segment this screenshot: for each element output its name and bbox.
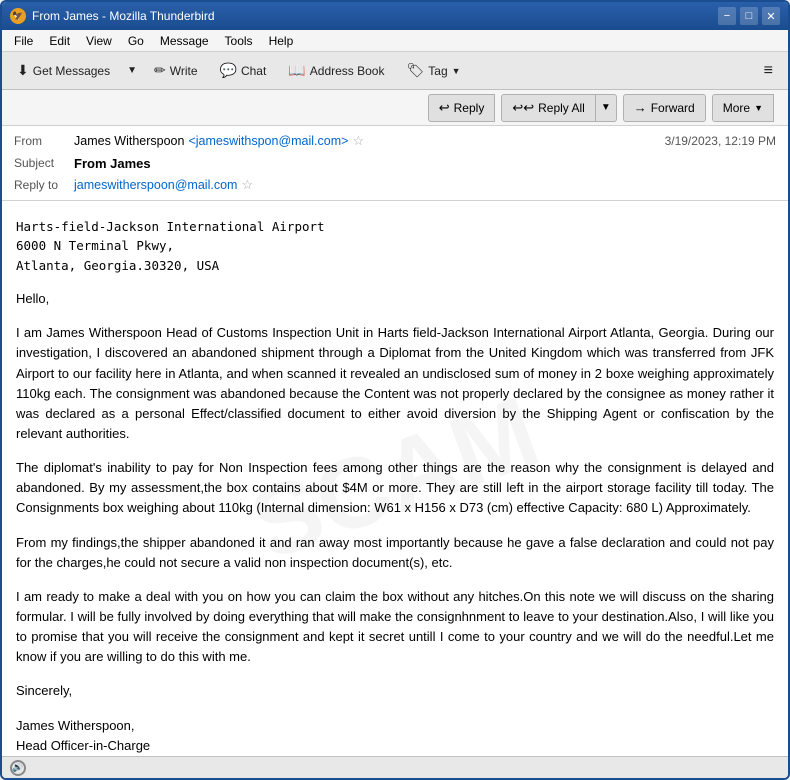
more-button[interactable]: More ▼: [712, 94, 774, 122]
reply-all-group: ↩↩ Reply All ▼: [501, 94, 616, 122]
email-date: 3/19/2023, 12:19 PM: [665, 134, 776, 148]
forward-label: Forward: [651, 101, 695, 115]
get-messages-button[interactable]: ⬇ Get Messages: [8, 57, 119, 85]
signature-title: Head Officer-in-Charge: [16, 736, 774, 756]
more-arrow-icon: ▼: [754, 103, 763, 113]
body-paragraph-2: The diplomat's inability to pay for Non …: [16, 458, 774, 518]
get-messages-icon: ⬇: [17, 62, 29, 79]
menu-go[interactable]: Go: [120, 32, 152, 50]
menu-tools[interactable]: Tools: [217, 32, 261, 50]
write-button[interactable]: ✏ Write: [145, 57, 207, 85]
tag-label: Tag: [428, 64, 447, 78]
write-icon: ✏: [154, 62, 166, 79]
menu-file[interactable]: File: [6, 32, 41, 50]
address-book-button[interactable]: 📖 Address Book: [279, 57, 393, 85]
email-content: Harts-field-Jackson International Airpor…: [16, 217, 774, 756]
minimize-button[interactable]: −: [718, 7, 736, 25]
action-bar: ↩ Reply ↩↩ Reply All ▼ → Forward More ▼: [2, 90, 788, 126]
more-group: More ▼: [712, 94, 774, 122]
title-bar: 🦅 From James - Mozilla Thunderbird − □ ✕: [2, 2, 788, 30]
chat-icon: 💬: [220, 62, 237, 79]
toolbar-menu-icon: ≡: [764, 62, 773, 80]
tag-button[interactable]: 🏷 Tag ▼: [397, 57, 469, 85]
address-book-icon: 📖: [288, 62, 305, 79]
tag-icon: 🏷: [406, 62, 424, 79]
more-label: More: [723, 101, 750, 115]
reply-label: Reply: [454, 101, 485, 115]
forward-group: → Forward: [623, 94, 706, 122]
reply-to-star-icon[interactable]: ☆: [241, 177, 253, 193]
email-body: SCAM Harts-field-Jackson International A…: [2, 201, 788, 756]
reply-button[interactable]: ↩ Reply: [428, 94, 496, 122]
subject-value: From James: [74, 156, 776, 171]
body-paragraph-3: From my findings,the shipper abandoned i…: [16, 533, 774, 573]
close-button[interactable]: ✕: [762, 7, 780, 25]
chat-button[interactable]: 💬 Chat: [211, 57, 276, 85]
address-book-label: Address Book: [310, 64, 385, 78]
forward-icon: →: [634, 100, 647, 115]
reply-to-email: jameswitherspoon@mail.com: [74, 178, 237, 192]
tag-arrow-icon: ▼: [452, 66, 461, 76]
status-icon: 🔊: [10, 760, 26, 776]
toolbar-menu-button[interactable]: ≡: [755, 57, 782, 85]
menu-help[interactable]: Help: [261, 32, 302, 50]
status-sound-icon: 🔊: [12, 762, 23, 773]
address-line3: Atlanta, Georgia.30320, USA: [16, 256, 774, 275]
body-paragraph-1: I am James Witherspoon Head of Customs I…: [16, 323, 774, 444]
email-header: From James Witherspoon <jameswithspon@ma…: [2, 126, 788, 201]
subject-label: Subject: [14, 156, 74, 170]
body-paragraph-4: I am ready to make a deal with you on ho…: [16, 587, 774, 668]
menu-edit[interactable]: Edit: [41, 32, 78, 50]
address-block: Harts-field-Jackson International Airpor…: [16, 217, 774, 275]
reply-to-row: Reply to jameswitherspoon@mail.com ☆: [14, 174, 776, 196]
reply-all-button[interactable]: ↩↩ Reply All: [501, 94, 595, 122]
toolbar: ⬇ Get Messages ▼ ✏ Write 💬 Chat 📖 Addres…: [2, 52, 788, 90]
window-controls: − □ ✕: [718, 7, 780, 25]
from-value: James Witherspoon <jameswithspon@mail.co…: [74, 133, 665, 149]
status-bar: 🔊: [2, 756, 788, 778]
reply-all-arrow[interactable]: ▼: [596, 94, 617, 122]
main-window: 🦅 From James - Mozilla Thunderbird − □ ✕…: [0, 0, 790, 780]
reply-group: ↩ Reply: [428, 94, 496, 122]
reply-all-label: Reply All: [538, 101, 585, 115]
address-line1: Harts-field-Jackson International Airpor…: [16, 217, 774, 236]
menu-view[interactable]: View: [78, 32, 120, 50]
chat-label: Chat: [241, 64, 266, 78]
closing: Sincerely,: [16, 681, 774, 701]
from-star-icon[interactable]: ☆: [352, 133, 364, 149]
write-label: Write: [170, 64, 198, 78]
reply-all-icon: ↩↩: [512, 100, 534, 116]
from-label: From: [14, 134, 74, 148]
subject-row: Subject From James: [14, 152, 776, 174]
reply-icon: ↩: [439, 100, 450, 116]
window-title: From James - Mozilla Thunderbird: [32, 9, 215, 23]
signature-name: James Witherspoon,: [16, 716, 774, 736]
get-messages-label: Get Messages: [33, 64, 110, 78]
greeting: Hello,: [16, 289, 774, 309]
sender-name: James Witherspoon: [74, 134, 184, 148]
sender-email: <jameswithspon@mail.com>: [188, 134, 348, 148]
from-row: From James Witherspoon <jameswithspon@ma…: [14, 130, 776, 152]
menu-message[interactable]: Message: [152, 32, 217, 50]
app-icon: 🦅: [10, 8, 26, 24]
reply-to-label: Reply to: [14, 178, 74, 192]
get-messages-arrow[interactable]: ▼: [123, 57, 141, 85]
reply-to-value: jameswitherspoon@mail.com ☆: [74, 177, 776, 193]
title-bar-left: 🦅 From James - Mozilla Thunderbird: [10, 8, 215, 24]
address-line2: 6000 N Terminal Pkwy,: [16, 236, 774, 255]
menu-bar: File Edit View Go Message Tools Help: [2, 30, 788, 52]
signature: James Witherspoon, Head Officer-in-Charg…: [16, 716, 774, 756]
maximize-button[interactable]: □: [740, 7, 758, 25]
subject-text: From James: [74, 156, 151, 171]
forward-button[interactable]: → Forward: [623, 94, 706, 122]
